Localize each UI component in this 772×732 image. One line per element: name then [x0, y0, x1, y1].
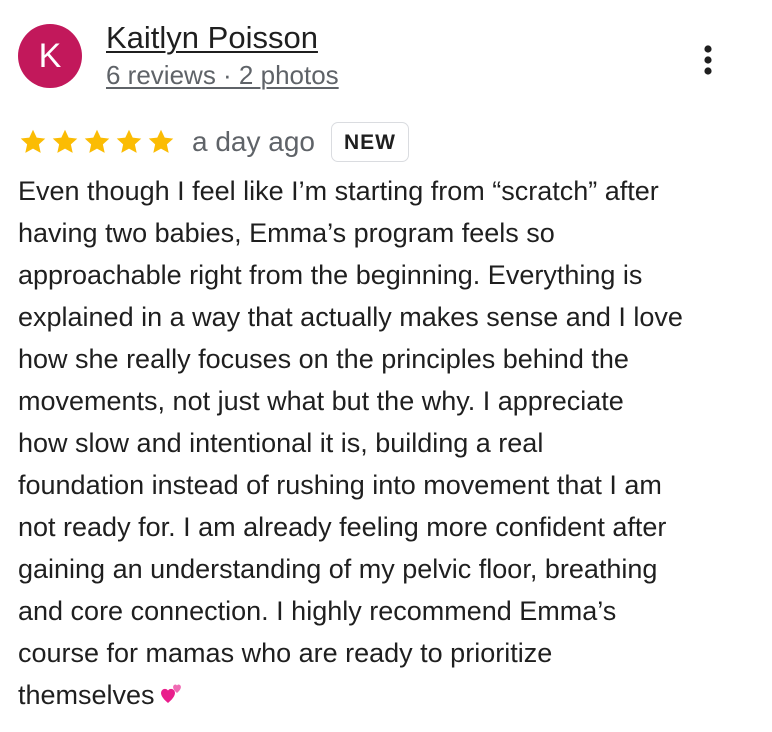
more-vert-icon [704, 45, 712, 75]
review-text: Even though I feel like I’m starting fro… [18, 170, 758, 716]
star-icon [148, 129, 174, 153]
avatar-initial: K [38, 37, 62, 75]
reviewer-name-link[interactable]: Kaitlyn Poisson [106, 20, 318, 56]
star-icon [116, 129, 142, 153]
star-icon [52, 129, 78, 153]
review-text-line: course for mamas who are ready to priori… [18, 638, 553, 668]
review-text-line: not ready for. I am already feeling more… [18, 512, 667, 542]
star-icon [20, 129, 46, 153]
star-icon [84, 129, 110, 153]
more-options-button[interactable] [690, 40, 726, 80]
review-time: a day ago [192, 126, 315, 157]
review-text-line: gaining an understanding of my pelvic fl… [18, 554, 658, 584]
review-text-line: movements, not just what but the why. I … [18, 386, 624, 416]
review-text-line: how slow and intentional it is, building… [18, 428, 544, 458]
star-rating [18, 127, 178, 157]
review-text-line: how she really focuses on the principles… [18, 344, 629, 374]
review-card: K Kaitlyn Poisson 6 reviews · 2 photos a… [0, 0, 772, 732]
reviewer-stats-link[interactable]: 6 reviews · 2 photos [106, 60, 339, 91]
review-text-line: and core connection. I highly recommend … [18, 596, 617, 626]
review-text-line: having two babies, Emma’s program feels … [18, 218, 555, 248]
review-text-line: approachable right from the beginning. E… [18, 260, 643, 290]
two-hearts-icon [160, 684, 181, 703]
avatar[interactable]: K [18, 24, 82, 88]
new-badge: NEW [331, 122, 409, 162]
review-text-line: foundation instead of rushing into movem… [18, 470, 662, 500]
review-text-line: explained in a way that actually makes s… [18, 302, 683, 332]
review-text-line: Even though I feel like I’m starting fro… [18, 176, 659, 206]
review-text-line: themselves [18, 674, 758, 716]
rating-row: a day ago NEW [18, 120, 409, 164]
